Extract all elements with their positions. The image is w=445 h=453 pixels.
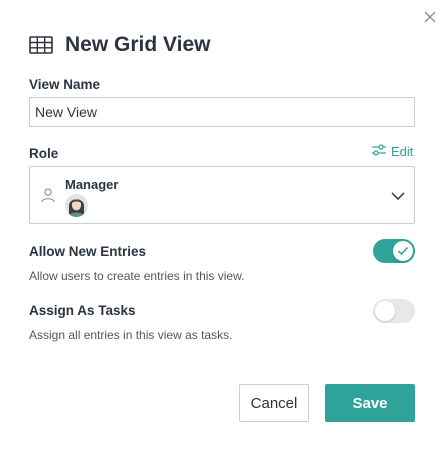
save-button[interactable]: Save [325, 384, 415, 422]
grid-table-icon [29, 34, 55, 56]
cancel-button[interactable]: Cancel [239, 384, 309, 422]
toggle-knob [375, 301, 395, 321]
allow-new-entries-toggle[interactable] [373, 239, 415, 263]
edit-label: Edit [391, 144, 414, 159]
allow-new-entries-label: Allow New Entries [29, 244, 147, 259]
toggle-knob [393, 241, 413, 261]
checkmark-icon [397, 246, 409, 256]
role-selected-value: Manager [65, 177, 119, 192]
role-edit-link[interactable]: Edit [371, 144, 413, 159]
assign-as-tasks-description: Assign all entries in this view as tasks… [29, 328, 233, 342]
allow-new-entries-description: Allow users to create entries in this vi… [29, 269, 245, 283]
role-select[interactable]: Manager [29, 166, 415, 224]
avatar [65, 194, 88, 217]
view-name-label: View Name [29, 77, 101, 92]
dialog-title: New Grid View [65, 33, 211, 56]
role-label: Role [29, 146, 59, 161]
assign-as-tasks-toggle[interactable] [373, 299, 415, 323]
dialog-header: New Grid View [29, 31, 211, 59]
assign-as-tasks-label: Assign As Tasks [29, 303, 136, 318]
close-icon[interactable] [421, 8, 439, 26]
user-icon [40, 187, 56, 208]
sliders-icon [371, 144, 391, 159]
chevron-down-icon [390, 188, 406, 209]
view-name-input[interactable] [29, 97, 415, 127]
